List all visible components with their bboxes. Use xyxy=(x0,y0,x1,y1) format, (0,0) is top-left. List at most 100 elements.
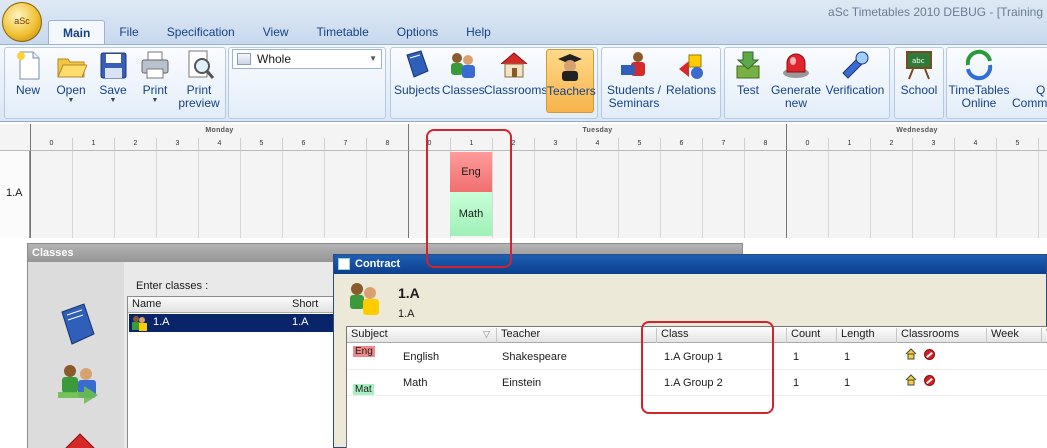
sort-icon[interactable]: ▽ xyxy=(479,329,493,344)
timetable-cell[interactable] xyxy=(240,150,282,238)
timetable-cell[interactable] xyxy=(912,150,954,238)
generate-label-2: new xyxy=(784,96,807,110)
timetable-cell[interactable] xyxy=(30,150,72,238)
enter-classes-label: Enter classes : xyxy=(136,280,209,292)
timetable-cell[interactable] xyxy=(702,150,744,238)
test-label: Test xyxy=(736,83,759,97)
svg-text:abc: abc xyxy=(912,57,925,65)
save-button[interactable]: Save ▼ xyxy=(94,49,132,113)
classes-transfer-icon[interactable] xyxy=(54,362,104,409)
timetable-cell[interactable] xyxy=(198,150,240,238)
tab-view[interactable]: View xyxy=(249,20,303,44)
classes-house-icon[interactable] xyxy=(58,430,102,448)
subjects-label: Subjects xyxy=(394,83,441,97)
period-label: 3 xyxy=(534,138,576,150)
timetable-cell[interactable] xyxy=(996,150,1038,238)
teachers-button[interactable]: Teachers xyxy=(546,49,596,113)
save-label: Save xyxy=(99,83,127,97)
teacher-cell: Einstein xyxy=(502,377,542,389)
print-button[interactable]: Print ▼ xyxy=(136,49,174,113)
tab-main[interactable]: Main xyxy=(48,20,106,44)
students-seminars-button[interactable]: Students / Seminars xyxy=(606,49,662,113)
tab-timetable[interactable]: Timetable xyxy=(303,20,383,44)
col-classrooms[interactable]: Classrooms xyxy=(897,328,987,343)
tab-help[interactable]: Help xyxy=(452,20,505,44)
period-label: 3 xyxy=(156,138,198,150)
timetable-cell[interactable] xyxy=(114,150,156,238)
timetables-online-button[interactable]: TimeTables Online xyxy=(948,49,1010,113)
school-button[interactable]: abc School xyxy=(898,49,940,113)
highlight-class-column xyxy=(641,321,774,414)
timetable-cell[interactable] xyxy=(870,150,912,238)
app-menu-orb[interactable]: aSc xyxy=(2,2,42,42)
view-select[interactable]: Whole ▼ xyxy=(232,49,382,69)
no-entry-icon[interactable] xyxy=(924,375,935,386)
col-name[interactable]: Name xyxy=(132,298,161,310)
school-label: School xyxy=(900,83,938,97)
col-length[interactable]: Length xyxy=(837,328,897,343)
col-t[interactable]: T xyxy=(1042,328,1047,343)
classes-book-icon[interactable] xyxy=(56,302,100,349)
subjects-button[interactable]: Subjects xyxy=(394,49,440,113)
col-short[interactable]: Short xyxy=(292,298,318,310)
subject-cell: English xyxy=(403,351,440,363)
classrooms-button[interactable]: Classrooms xyxy=(484,49,547,113)
period-label: 5 xyxy=(996,138,1038,150)
new-document-icon xyxy=(12,49,44,81)
ribbon-tabs: Main File Specification View Timetable O… xyxy=(48,20,505,44)
verification-button[interactable]: Verification xyxy=(824,49,886,113)
teacher-cell: Shakespeare xyxy=(502,351,567,363)
home-icon[interactable] xyxy=(905,348,917,360)
open-button[interactable]: Open ▼ xyxy=(52,49,90,113)
col-subject[interactable]: Subject xyxy=(347,328,497,343)
timetable-cell[interactable] xyxy=(576,150,618,238)
printer-icon xyxy=(139,49,171,81)
timetable-cell[interactable] xyxy=(744,150,786,238)
tab-file[interactable]: File xyxy=(105,20,152,44)
timetable-cell[interactable] xyxy=(828,150,870,238)
print-preview-label-2: preview xyxy=(178,96,220,110)
test-button[interactable]: Test xyxy=(728,49,768,113)
timetable-cell[interactable] xyxy=(618,150,660,238)
classes-button[interactable]: Classes xyxy=(442,49,485,113)
timetable-cell[interactable] xyxy=(324,150,366,238)
comments-button[interactable]: Q Comme xyxy=(1012,49,1047,113)
col-teacher[interactable]: Teacher xyxy=(497,328,657,343)
col-count[interactable]: Count xyxy=(787,328,837,343)
home-icon[interactable] xyxy=(905,374,917,386)
timetable-cell[interactable] xyxy=(282,150,324,238)
verification-flashlight-icon xyxy=(839,49,871,81)
comments-label-2: Comme xyxy=(1012,96,1047,110)
timetable-cell[interactable] xyxy=(660,150,702,238)
timetable-cell[interactable] xyxy=(72,150,114,238)
app-window: aSc Main File Specification View Timetab… xyxy=(0,0,1047,448)
timetable-cell[interactable] xyxy=(366,150,408,238)
timetable-cell[interactable] xyxy=(954,150,996,238)
count-cell: 1 xyxy=(793,351,800,363)
period-label: 2 xyxy=(114,138,156,150)
tab-options[interactable]: Options xyxy=(383,20,452,44)
tab-specification[interactable]: Specification xyxy=(153,20,249,44)
timetable-cell[interactable] xyxy=(1038,150,1047,238)
class-name-cell: 1.A xyxy=(153,316,170,328)
open-dropdown-icon: ▼ xyxy=(67,97,75,104)
timetable-cell[interactable] xyxy=(156,150,198,238)
period-label: 0 xyxy=(786,138,828,150)
students-icon xyxy=(618,49,650,81)
new-button[interactable]: New xyxy=(8,49,48,113)
timetable-cell[interactable] xyxy=(534,150,576,238)
no-entry-icon[interactable] xyxy=(924,349,935,360)
col-week[interactable]: Week xyxy=(987,328,1042,343)
window-icon xyxy=(338,258,350,270)
relations-button[interactable]: Relations xyxy=(664,49,718,113)
timetable-cell[interactable] xyxy=(786,150,828,238)
table-row[interactable]: 1.A 1.A xyxy=(129,314,335,332)
relations-shapes-icon xyxy=(675,49,707,81)
row-label-class: 1.A xyxy=(0,150,30,238)
period-label: 7 xyxy=(324,138,366,150)
period-label: 6 xyxy=(282,138,324,150)
new-label: New xyxy=(15,83,40,97)
class-short-cell: 1.A xyxy=(292,316,309,328)
generate-new-button[interactable]: Generate new xyxy=(770,49,822,113)
print-preview-button[interactable]: Print preview xyxy=(176,49,222,113)
